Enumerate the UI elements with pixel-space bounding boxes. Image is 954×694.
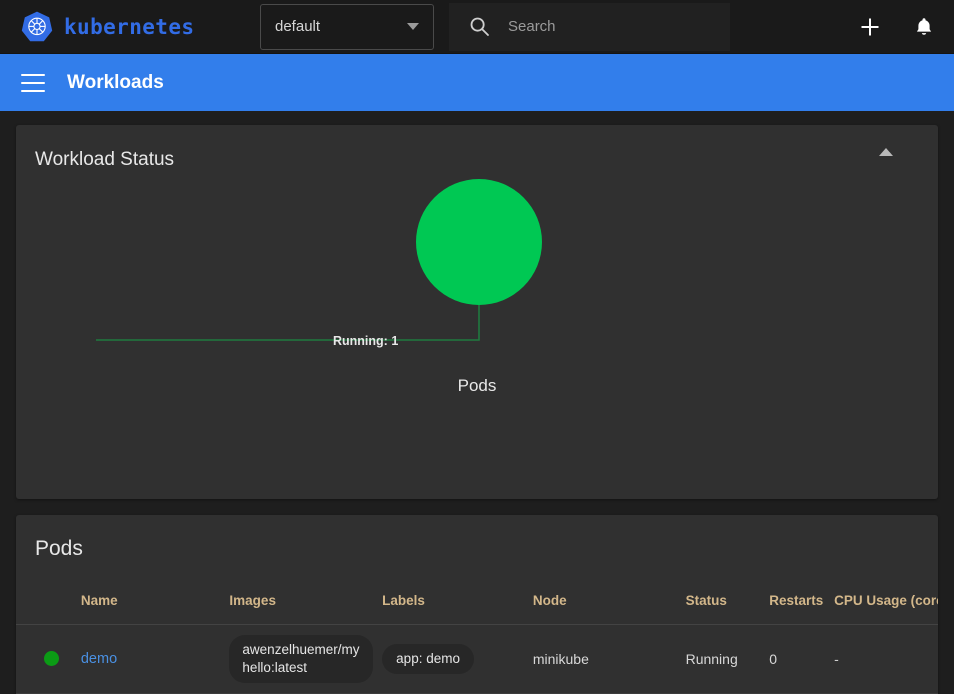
page-action-bar: Workloads — [0, 54, 954, 111]
workload-status-chart: Running: 1 Pods — [16, 177, 938, 463]
main-content: Workload Status Running: 1 Pods Pods Nam… — [0, 111, 954, 694]
bell-icon — [912, 15, 936, 39]
pods-card-title: Pods — [35, 537, 83, 560]
pods-card: Pods Name Images Labels Node Status Rest… — [16, 515, 938, 694]
namespace-selector[interactable]: default — [260, 3, 434, 50]
pie-chart-caption: Pods — [457, 376, 497, 395]
column-header-name[interactable]: Name — [80, 576, 230, 625]
row-cpu-usage-cell: - — [834, 624, 938, 694]
image-chip[interactable]: awenzelhuemer/myhello:latest — [229, 634, 374, 684]
label-chip[interactable]: app: demo — [382, 643, 474, 675]
row-name-cell: demo — [80, 624, 230, 694]
row-status-cell: Running — [685, 624, 770, 694]
topbar-actions — [856, 0, 938, 54]
pods-table-body: demo awenzelhuemer/myhello:latest app: d… — [16, 624, 938, 694]
pod-name-link[interactable]: demo — [81, 651, 117, 667]
brand-logo[interactable]: kubernetes — [20, 10, 252, 44]
search-bar[interactable] — [449, 2, 730, 51]
namespace-selector-value: default — [275, 18, 321, 35]
search-icon — [469, 16, 490, 37]
workload-status-card: Workload Status Running: 1 Pods — [16, 125, 938, 499]
workload-status-title: Workload Status — [35, 149, 175, 170]
column-header-node[interactable]: Node — [532, 576, 686, 625]
row-node-cell: minikube — [532, 624, 686, 694]
table-row[interactable]: demo awenzelhuemer/myhello:latest app: d… — [16, 624, 938, 694]
chevron-down-icon — [407, 23, 419, 30]
column-header-status[interactable]: Status — [685, 576, 770, 625]
page-title: Workloads — [67, 71, 164, 93]
column-header-indicator[interactable] — [16, 576, 81, 625]
kubernetes-helm-icon — [20, 10, 54, 44]
pie-slice-label-running: Running: 1 — [333, 334, 399, 348]
create-button[interactable] — [856, 13, 884, 41]
notifications-button[interactable] — [910, 13, 938, 41]
chevron-up-icon[interactable] — [879, 148, 893, 156]
pods-table-scroll[interactable]: Name Images Labels Node Status Restarts … — [16, 576, 938, 694]
column-header-labels[interactable]: Labels — [382, 576, 533, 625]
row-labels-cell: app: demo — [382, 624, 533, 694]
row-restarts-cell: 0 — [769, 624, 835, 694]
column-header-restarts[interactable]: Restarts — [769, 576, 835, 625]
brand-name: kubernetes — [64, 14, 195, 39]
top-header-bar: kubernetes default — [0, 0, 954, 54]
hamburger-menu-icon[interactable] — [21, 73, 45, 92]
table-header-row: Name Images Labels Node Status Restarts … — [16, 576, 938, 625]
column-header-images[interactable]: Images — [229, 576, 383, 625]
column-header-cpu-usage[interactable]: CPU Usage (cores) — [834, 576, 938, 625]
row-status-indicator — [16, 624, 81, 694]
pods-table: Name Images Labels Node Status Restarts … — [16, 576, 938, 694]
plus-icon — [858, 15, 882, 39]
pods-table-header: Name Images Labels Node Status Restarts … — [16, 576, 938, 625]
status-dot-icon — [44, 651, 59, 667]
search-input[interactable] — [508, 2, 730, 51]
row-images-cell: awenzelhuemer/myhello:latest — [229, 624, 383, 694]
